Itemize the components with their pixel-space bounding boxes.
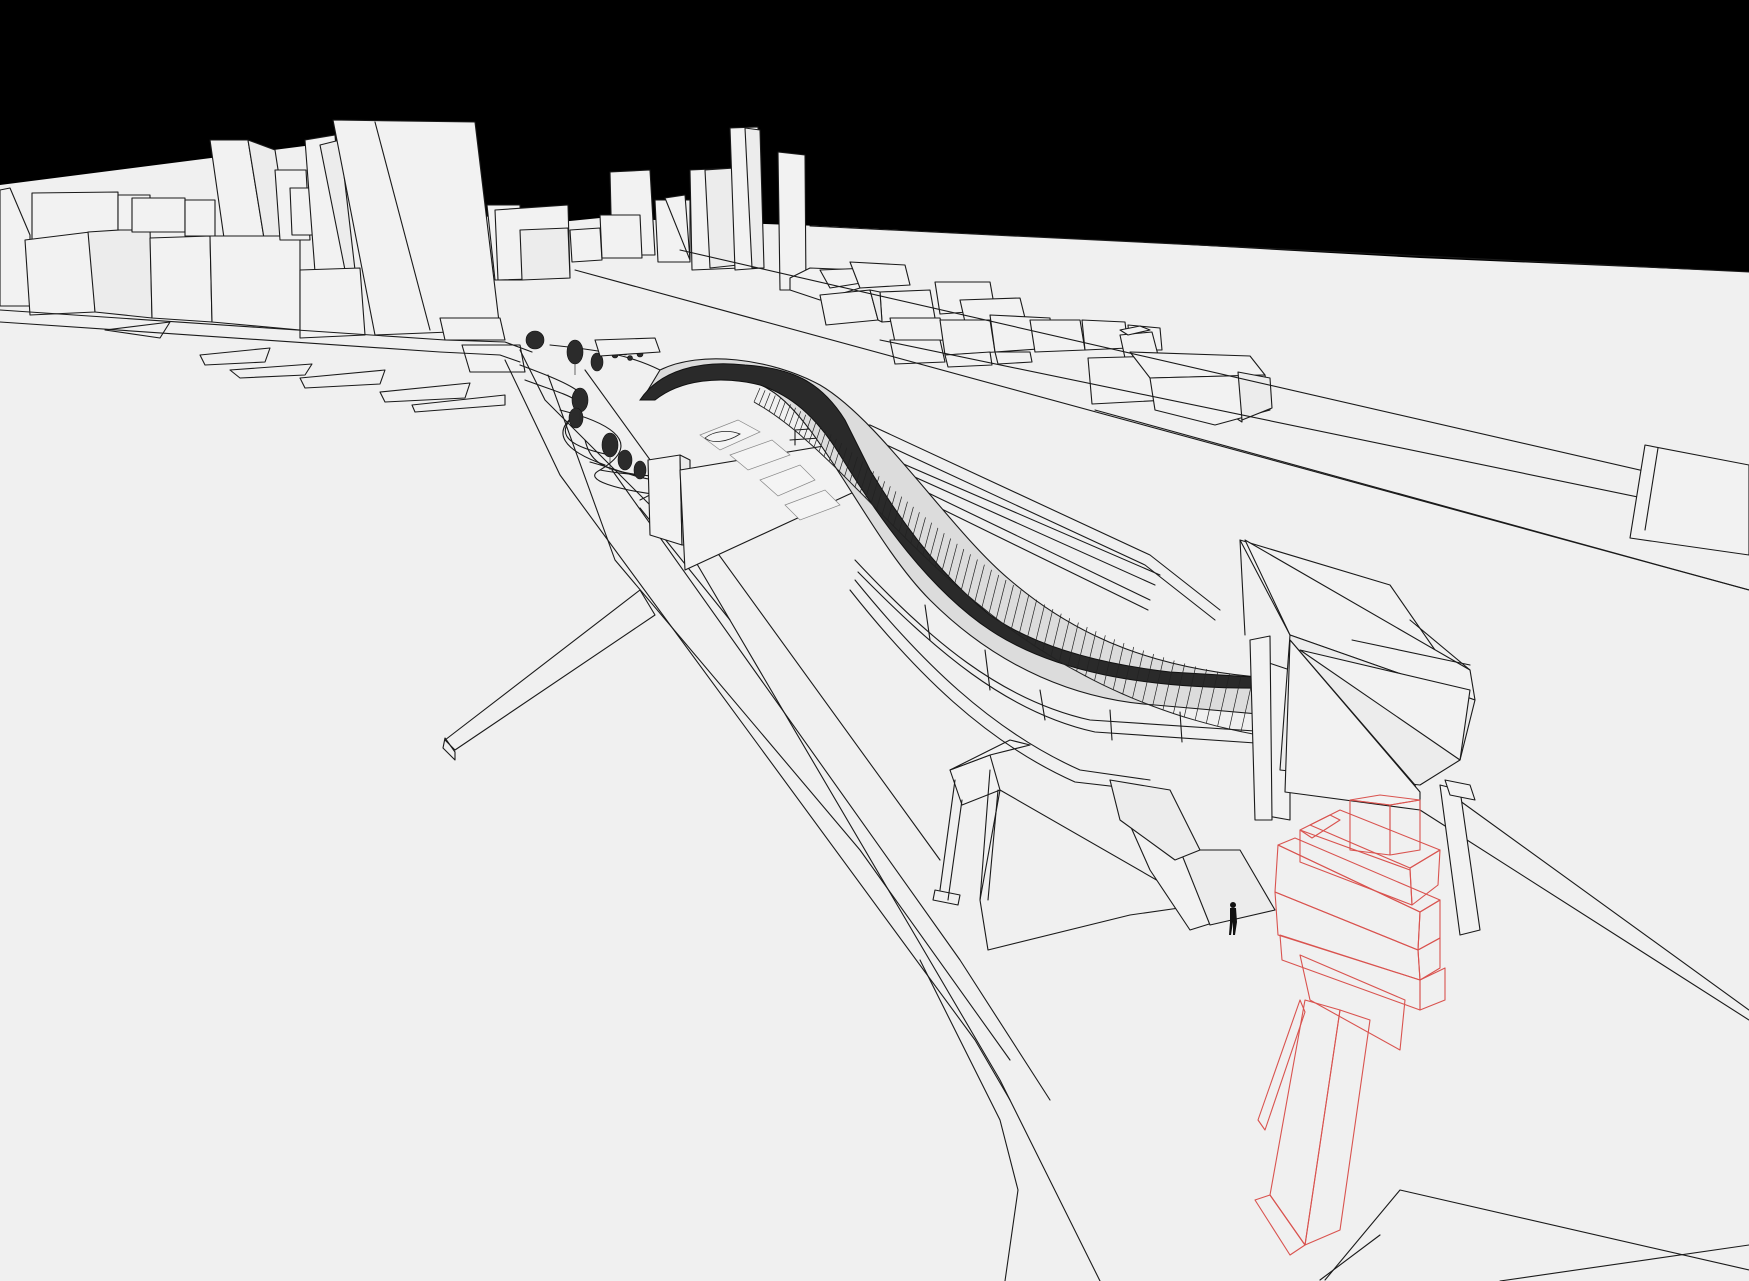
architectural-wireframe-scene: [0, 0, 1749, 1281]
tree-icon: [568, 407, 584, 429]
tree-icon: [617, 449, 633, 471]
tree-icon: [627, 355, 633, 361]
cad-viewport[interactable]: [0, 0, 1749, 1281]
tree-icon: [566, 339, 584, 365]
tree-icon: [601, 432, 619, 458]
tree-icon: [525, 330, 545, 350]
tree-icon: [633, 460, 647, 480]
